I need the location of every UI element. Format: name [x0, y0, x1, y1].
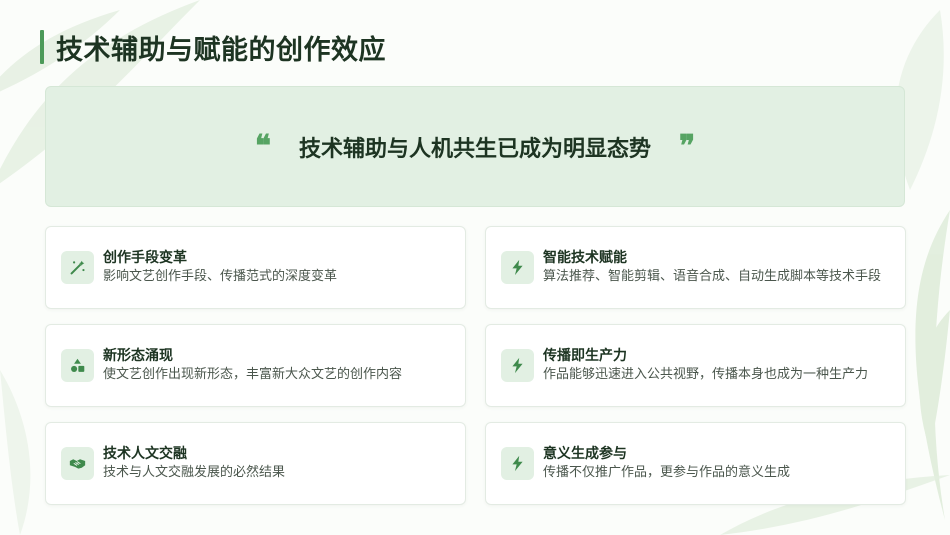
card-creation-means: 创作手段变革 影响文艺创作手段、传播范式的深度变革 [45, 226, 466, 309]
lightning-icon [501, 447, 534, 480]
card-meaning-generation: 意义生成参与 传播不仅推广作品，更参与作品的意义生成 [485, 422, 906, 505]
card-dissemination-productivity: 传播即生产力 作品能够迅速进入公共视野，传播本身也成为一种生产力 [485, 324, 906, 407]
lightning-icon [501, 251, 534, 284]
card-new-forms: 新形态涌现 使文艺创作出现新形态，丰富新大众文艺的创作内容 [45, 324, 466, 407]
shapes-icon [61, 349, 94, 382]
card-description: 算法推荐、智能剪辑、语音合成、自动生成脚本等技术手段 [543, 269, 882, 284]
card-title: 传播即生产力 [543, 348, 627, 364]
card-title: 智能技术赋能 [543, 250, 627, 266]
close-quote-icon: ❞ [679, 128, 696, 164]
card-description: 技术与人文交融发展的必然结果 [103, 465, 286, 480]
card-description: 使文艺创作出现新形态，丰富新大众文艺的创作内容 [103, 367, 403, 382]
card-title: 新形态涌现 [103, 348, 173, 364]
handshake-icon [61, 447, 94, 480]
title-accent-bar [40, 30, 44, 64]
card-description: 作品能够迅速进入公共视野，传播本身也成为一种生产力 [543, 367, 869, 382]
card-description: 影响文艺创作手段、传播范式的深度变革 [103, 269, 338, 284]
card-description: 传播不仅推广作品，更参与作品的意义生成 [543, 465, 791, 480]
lightning-icon [501, 349, 534, 382]
quote-text: 技术辅助与人机共生已成为明显态势 [298, 136, 651, 162]
page-title: 技术辅助与赋能的创作效应 [56, 34, 386, 66]
card-title: 意义生成参与 [543, 446, 627, 462]
card-title: 创作手段变革 [103, 250, 187, 266]
card-tech-humanities: 技术人文交融 技术与人文交融发展的必然结果 [45, 422, 466, 505]
card-title: 技术人文交融 [103, 446, 187, 462]
magic-wand-icon [61, 251, 94, 284]
quote-box: ❝ 技术辅助与人机共生已成为明显态势 ❞ [45, 86, 905, 207]
open-quote-icon: ❝ [254, 128, 271, 164]
card-intelligent-tech: 智能技术赋能 算法推荐、智能剪辑、语音合成、自动生成脚本等技术手段 [485, 226, 906, 309]
slide-title: 技术辅助与赋能的创作效应 [40, 30, 386, 66]
